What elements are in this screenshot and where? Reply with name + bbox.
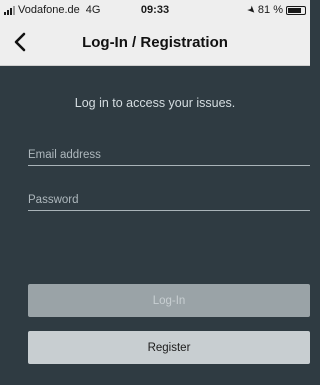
status-bar: Vodafone.de 4G 09:33 ➤ 81 % xyxy=(0,0,310,20)
login-screen: Vodafone.de 4G 09:33 ➤ 81 % Log-In / Reg… xyxy=(0,0,310,385)
battery-icon xyxy=(286,5,306,15)
battery-fill xyxy=(288,7,301,13)
page-title: Log-In / Registration xyxy=(82,34,228,51)
battery-percent: 81 % xyxy=(257,4,283,16)
register-button[interactable]: Register xyxy=(28,331,310,364)
login-prompt: Log in to access your issues. xyxy=(74,96,236,110)
navigation-bar: Log-In / Registration xyxy=(0,20,310,66)
location-arrow-icon: ➤ xyxy=(243,3,258,17)
login-button[interactable]: Log-In xyxy=(28,284,310,317)
status-right: ➤ 81 % xyxy=(243,3,306,17)
password-field[interactable] xyxy=(28,189,310,211)
email-field[interactable] xyxy=(28,144,310,166)
